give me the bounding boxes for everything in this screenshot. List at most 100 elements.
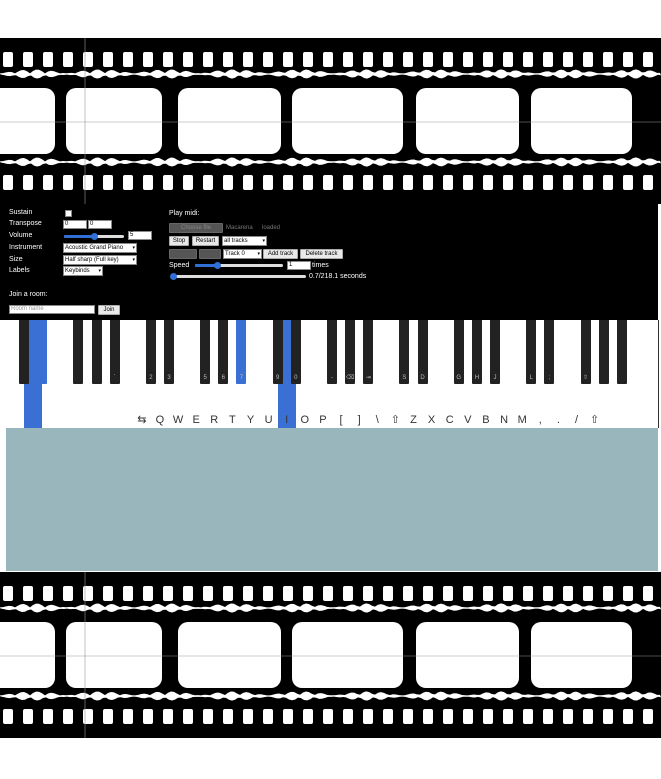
black-key[interactable]: 0 (290, 320, 301, 384)
film-perforation (223, 586, 233, 601)
tracks-select[interactable]: all tracks ▾ (222, 236, 267, 246)
film-perforation (223, 52, 233, 67)
black-key[interactable]: ⇥ (363, 320, 374, 384)
film-perforation (543, 586, 553, 601)
film-perforation (463, 175, 473, 190)
transpose-input-2[interactable]: 0 (88, 220, 112, 229)
join-button[interactable]: Join (98, 305, 120, 315)
film-perforation (523, 175, 533, 190)
white-key-label: T (229, 414, 236, 426)
room-name-placeholder: Room name (11, 306, 44, 312)
black-key[interactable]: G (453, 320, 464, 384)
film-perforation (563, 175, 573, 190)
film-perforation (123, 175, 133, 190)
black-key[interactable]: 9 (272, 320, 283, 384)
black-key[interactable]: 2 (145, 320, 156, 384)
transpose-input-1[interactable]: 0 (63, 220, 87, 229)
black-key[interactable]: L (526, 320, 537, 384)
delete-track-button[interactable]: Delete track (300, 249, 343, 259)
black-key[interactable]: 5 (200, 320, 211, 384)
black-key[interactable]: ; (544, 320, 555, 384)
blank-button-1[interactable] (169, 249, 197, 259)
film-perforation (263, 586, 273, 601)
black-key-label: J (493, 375, 497, 381)
add-track-button[interactable]: Add track (263, 249, 298, 259)
film-perforation (583, 175, 593, 190)
size-select[interactable]: Half sharp (Full key) ▾ (63, 255, 137, 265)
sustain-checkbox[interactable] (65, 210, 72, 217)
volume-slider[interactable] (64, 233, 124, 240)
black-key[interactable]: 6 (218, 320, 229, 384)
film-perforation (343, 52, 353, 67)
track-select[interactable]: Track 0 ▾ (223, 249, 262, 259)
film-perforation (463, 586, 473, 601)
film-frame (416, 622, 519, 688)
black-key[interactable]: ` (109, 320, 120, 384)
film-perforation (283, 175, 293, 190)
film-perforation (303, 586, 313, 601)
film-perforation (243, 52, 253, 67)
black-key-label: D (420, 375, 425, 381)
film-perforation (183, 175, 193, 190)
film-perforation (543, 175, 553, 190)
chevron-down-icon: ▾ (257, 251, 260, 257)
black-key[interactable]: - (327, 320, 337, 384)
instrument-select-value: Acoustic Grand Piano (65, 245, 124, 251)
filmstrip-top (0, 38, 661, 204)
speed-input[interactable]: 1 (287, 261, 311, 270)
film-perforation (603, 709, 613, 724)
blank-button-2[interactable] (199, 249, 221, 259)
film-perforation (263, 175, 273, 190)
labels-select-value: Keybinds (65, 268, 90, 274)
film-perforation (303, 709, 313, 724)
white-key-label: X (427, 414, 436, 426)
progress-slider[interactable] (170, 273, 306, 280)
black-key[interactable]: 3 (164, 320, 174, 384)
black-key[interactable] (37, 320, 48, 384)
white-key-label: C (445, 414, 454, 426)
film-perforation (643, 586, 653, 601)
black-key[interactable]: ⇧ (580, 320, 591, 384)
black-key[interactable] (598, 320, 609, 384)
black-key[interactable] (91, 320, 102, 384)
black-key[interactable]: 7 (236, 320, 247, 384)
film-perforation (23, 175, 33, 190)
speed-slider[interactable] (195, 262, 283, 269)
black-key[interactable]: ⌫ (345, 320, 356, 384)
stop-button[interactable]: Stop (169, 236, 189, 246)
white-key-label: Y (246, 414, 255, 426)
film-perforation (443, 175, 453, 190)
black-key-label: ; (548, 375, 551, 381)
film-perforation (43, 175, 53, 190)
black-key[interactable]: H (471, 320, 482, 384)
volume-input[interactable]: 5 (128, 231, 152, 240)
black-key[interactable]: S (399, 320, 410, 384)
volume-slider-thumb[interactable] (91, 233, 98, 240)
progress-text: 0.7/218.1 seconds (309, 273, 367, 280)
progress-slider-thumb[interactable] (170, 273, 178, 280)
black-key[interactable]: J (490, 320, 500, 384)
film-perforation (403, 709, 413, 724)
black-key[interactable] (73, 320, 84, 384)
black-key-label: G (456, 375, 462, 381)
filmstrip-graphic (0, 572, 661, 738)
film-perforation (143, 586, 153, 601)
black-key[interactable] (616, 320, 627, 384)
speed-slider-thumb[interactable] (214, 262, 221, 269)
white-key-label: , (538, 414, 542, 426)
black-key[interactable] (19, 320, 30, 384)
film-perforation (643, 175, 653, 190)
room-name-input[interactable]: Room name (9, 305, 95, 314)
instrument-select[interactable]: Acoustic Grand Piano ▾ (63, 243, 137, 253)
restart-button[interactable]: Restart (192, 236, 219, 246)
black-key-label: 5 (203, 375, 207, 381)
labels-select[interactable]: Keybinds ▾ (63, 266, 103, 276)
white-key-label: \ (375, 414, 379, 426)
black-key[interactable]: D (417, 320, 428, 384)
choose-file-button[interactable]: Choose file (169, 223, 223, 233)
join-room-label: Join a room: (9, 291, 48, 298)
labels-label: Labels (9, 267, 30, 274)
film-perforation (383, 709, 393, 724)
white-key[interactable] (639, 320, 659, 428)
chevron-down-icon: ▾ (132, 245, 135, 251)
